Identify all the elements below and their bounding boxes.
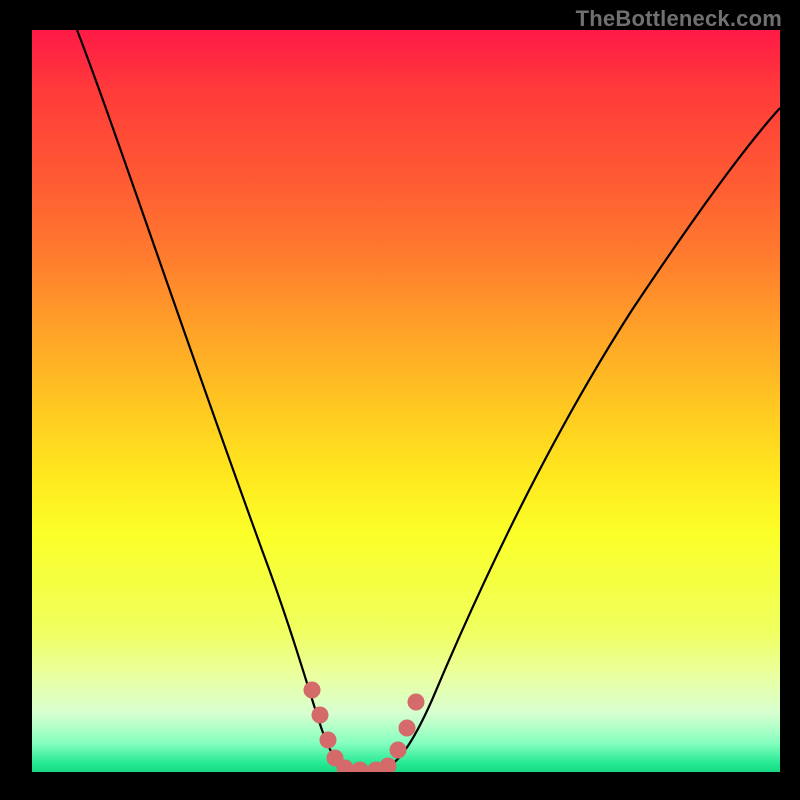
curve-layer <box>32 30 780 772</box>
watermark-text: TheBottleneck.com <box>576 6 782 32</box>
chart-frame: TheBottleneck.com <box>0 0 800 800</box>
bottleneck-curve <box>77 30 780 770</box>
plot-area <box>32 30 780 772</box>
